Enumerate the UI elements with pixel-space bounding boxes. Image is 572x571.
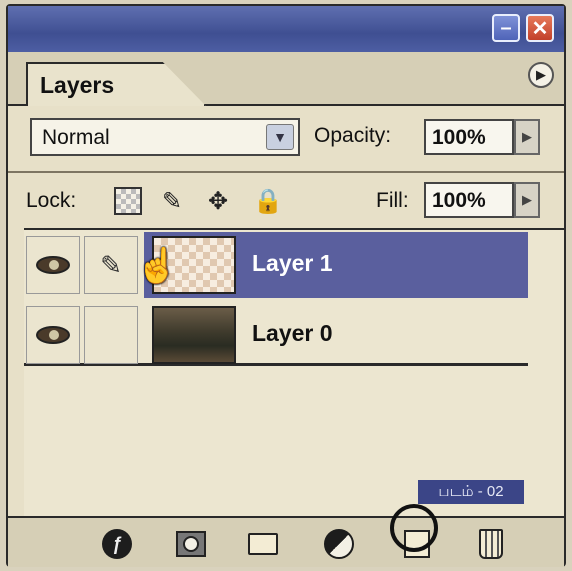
- minimize-icon[interactable]: –: [492, 14, 520, 42]
- hand-cursor-icon: ☝: [136, 247, 179, 285]
- layers-panel-window: – ✕ Layers ▶ Normal ▼ Opacity: 100% ▶ Lo…: [6, 4, 566, 567]
- link-cell[interactable]: [84, 306, 138, 364]
- blend-row: Normal ▼ Opacity: 100% ▶: [8, 110, 564, 164]
- bottom-toolbar: ƒ: [8, 516, 564, 567]
- layer-row[interactable]: ✎ Layer 1 ☝: [24, 232, 528, 298]
- blend-mode-value: Normal: [42, 126, 110, 149]
- opacity-slider-arrow-icon[interactable]: ▶: [514, 119, 540, 155]
- lock-move-icon[interactable]: ✥: [204, 187, 232, 215]
- opacity-label: Opacity:: [314, 124, 392, 147]
- layer-style-icon[interactable]: ƒ: [100, 528, 134, 560]
- layer-row[interactable]: Layer 0: [24, 302, 528, 366]
- title-bar[interactable]: – ✕: [8, 6, 564, 52]
- lock-all-icon[interactable]: 🔒: [253, 187, 283, 215]
- new-group-icon[interactable]: [246, 528, 280, 560]
- trash-icon[interactable]: [474, 528, 508, 560]
- dropdown-arrow-icon[interactable]: ▼: [266, 124, 294, 150]
- panel-menu-icon[interactable]: ▶: [528, 62, 554, 88]
- tab-layers[interactable]: Layers: [26, 62, 206, 106]
- eye-icon[interactable]: [26, 306, 80, 364]
- lock-transparency-icon[interactable]: [114, 187, 142, 215]
- fill-slider-arrow-icon[interactable]: ▶: [514, 182, 540, 218]
- lock-label: Lock:: [26, 189, 77, 212]
- layer-thumbnail[interactable]: [152, 306, 236, 364]
- brush-link-icon[interactable]: ✎: [84, 236, 138, 294]
- lock-brush-icon[interactable]: ✎: [158, 187, 186, 215]
- tab-strip: Layers ▶: [8, 52, 564, 106]
- layers-list: ✎ Layer 1 ☝ Layer 0: [24, 228, 564, 516]
- layer-name[interactable]: Layer 1: [252, 250, 333, 277]
- figure-caption: படம் - 02: [418, 480, 524, 504]
- blend-mode-select[interactable]: Normal ▼: [30, 118, 300, 156]
- fill-field[interactable]: 100%: [424, 182, 514, 218]
- highlight-circle: [390, 504, 438, 552]
- eye-icon[interactable]: [26, 236, 80, 294]
- fill-label: Fill:: [376, 189, 409, 212]
- adjustment-layer-icon[interactable]: [322, 528, 356, 560]
- layer-name[interactable]: Layer 0: [252, 320, 333, 347]
- close-icon[interactable]: ✕: [526, 14, 554, 42]
- lock-row: Lock: ✎ ✥ 🔒 Fill: 100% ▶: [8, 171, 564, 227]
- opacity-field[interactable]: 100%: [424, 119, 514, 155]
- layer-mask-icon[interactable]: [174, 528, 208, 560]
